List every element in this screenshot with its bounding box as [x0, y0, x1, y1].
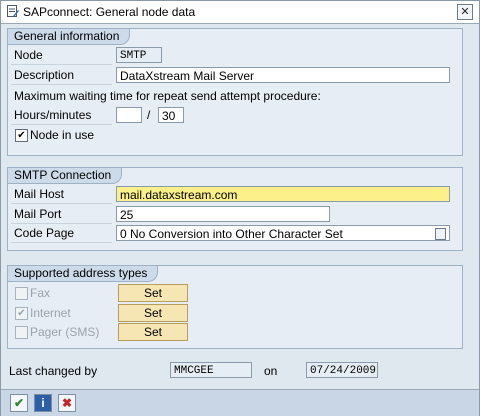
internet-label: Internet — [30, 306, 71, 320]
description-label: Description — [11, 67, 112, 85]
minutes-field[interactable]: 30 — [158, 107, 184, 123]
node-in-use-checkbox[interactable]: ✔ — [15, 129, 28, 142]
node-label: Node — [11, 47, 112, 65]
smtp-connection-group: SMTP Connection Mail Host mail.dataxstre… — [7, 167, 463, 251]
code-page-value: 0 No Conversion into Other Character Set — [120, 227, 343, 241]
last-changed-label: Last changed by — [9, 364, 98, 378]
mail-host-label: Mail Host — [11, 186, 112, 204]
mail-port-label: Mail Port — [11, 206, 112, 224]
max-wait-text: Maximum waiting time for repeat send att… — [14, 89, 321, 103]
last-changed-by-field: MMCGEE — [170, 362, 252, 378]
internet-set-button[interactable]: Set — [118, 304, 188, 322]
address-types-group: Supported address types Fax Set ✔ Intern… — [7, 265, 463, 349]
smtp-connection-header: SMTP Connection — [8, 168, 123, 184]
fax-checkbox[interactable] — [15, 287, 28, 300]
description-field[interactable]: DataXstream Mail Server — [116, 67, 450, 83]
mail-host-field[interactable]: mail.dataxstream.com — [116, 186, 450, 202]
info-icon: i — [41, 396, 45, 410]
dropdown-icon[interactable] — [435, 228, 446, 240]
code-page-field[interactable]: 0 No Conversion into Other Character Set — [116, 225, 450, 241]
pager-set-button[interactable]: Set — [118, 323, 188, 341]
fax-set-button[interactable]: Set — [118, 284, 188, 302]
node-field: SMTP — [116, 47, 162, 63]
pager-checkbox[interactable] — [15, 326, 28, 339]
general-information-group: General information Node SMTP Descriptio… — [7, 28, 463, 156]
on-label: on — [264, 364, 278, 378]
confirm-button[interactable]: ✔ — [10, 394, 28, 412]
information-button[interactable]: i — [34, 394, 52, 412]
close-button[interactable]: ✕ — [457, 4, 473, 20]
cancel-icon: ✖ — [61, 396, 73, 410]
last-changed-date-field: 07/24/2009 — [306, 362, 378, 378]
code-page-label: Code Page — [11, 225, 112, 243]
mail-port-field[interactable]: 25 — [116, 206, 330, 222]
edit-document-icon — [7, 5, 19, 17]
hours-field[interactable] — [116, 107, 142, 123]
hours-minutes-label: Hours/minutes — [11, 107, 112, 125]
address-types-header: Supported address types — [8, 266, 159, 282]
node-in-use-label: Node in use — [30, 128, 95, 142]
cancel-button[interactable]: ✖ — [58, 394, 76, 412]
hours-minutes-separator: / — [147, 108, 151, 122]
dialog-window: SAPconnect: General node data ✕ General … — [0, 0, 480, 416]
title-bar: SAPconnect: General node data ✕ — [1, 1, 479, 24]
general-information-header: General information — [8, 29, 131, 45]
checkmark-icon: ✔ — [13, 396, 25, 410]
pager-label: Pager (SMS) — [30, 325, 100, 339]
footer-toolbar: ✔ i ✖ — [1, 389, 479, 416]
fax-label: Fax — [30, 286, 51, 300]
internet-checkbox[interactable]: ✔ — [15, 307, 28, 320]
window-title: SAPconnect: General node data — [23, 5, 196, 19]
